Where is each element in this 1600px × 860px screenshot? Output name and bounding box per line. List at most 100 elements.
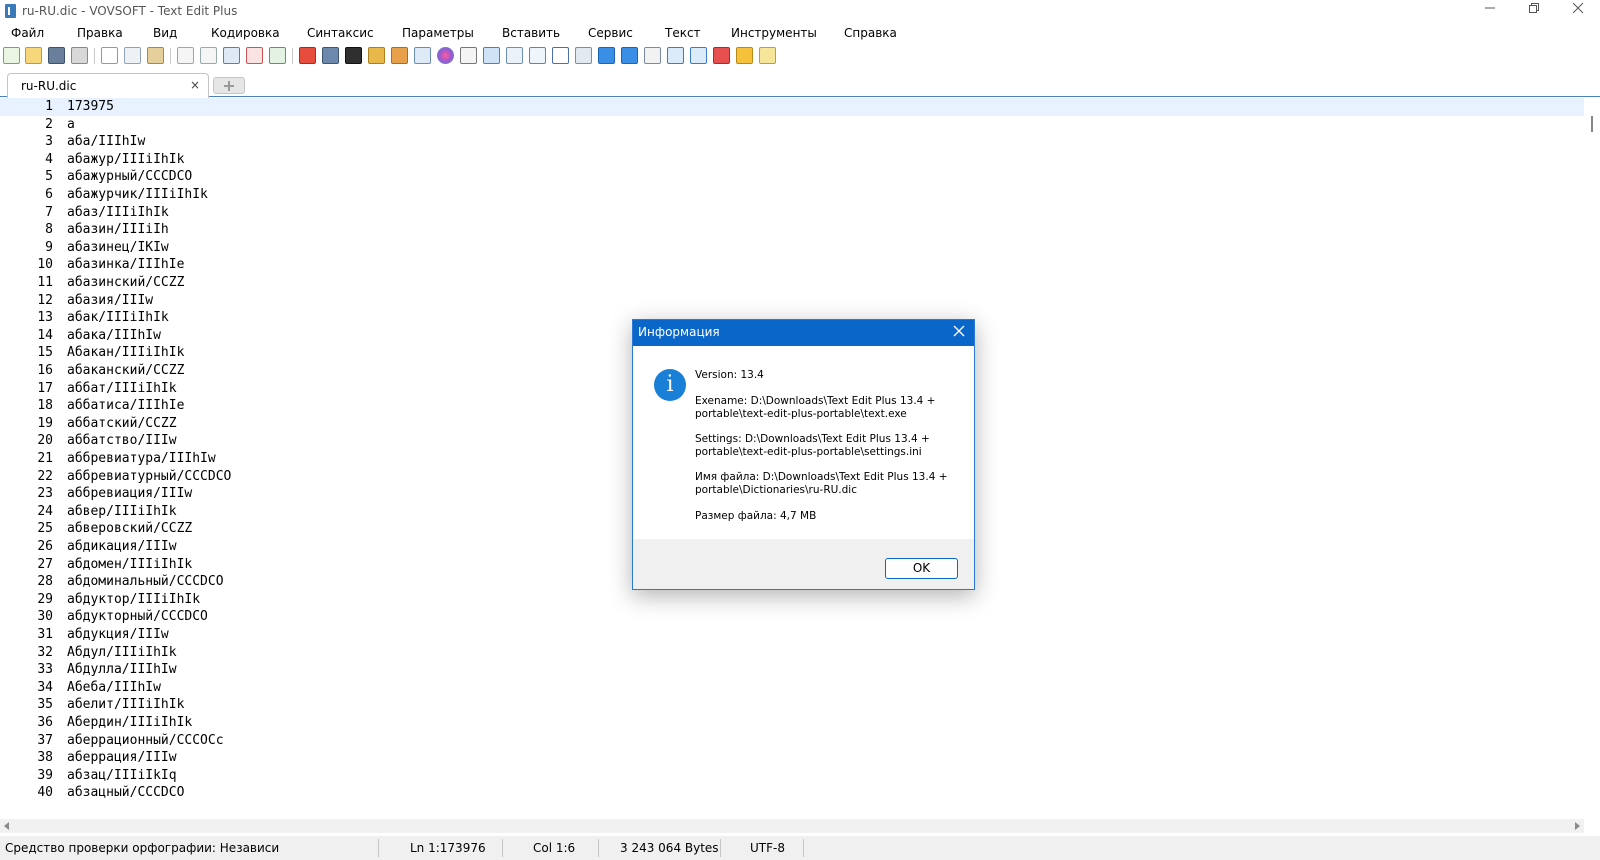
editor-line[interactable]: 2а: [0, 116, 1584, 134]
editor-line[interactable]: 6 абажурчик/IIIiIhIk: [0, 186, 1584, 204]
copy-icon[interactable]: [124, 47, 141, 64]
line-text[interactable]: аббревиация/IIIw: [67, 485, 192, 503]
paste-icon[interactable]: [147, 47, 164, 64]
menu-text[interactable]: Текст: [665, 26, 701, 40]
keyboard-icon[interactable]: [575, 47, 592, 64]
editor-line[interactable]: 34 Абеба/IIIhIw: [0, 679, 1584, 697]
menu-insert[interactable]: Вставить: [502, 26, 560, 40]
color-picker-icon[interactable]: [437, 47, 454, 64]
print-icon[interactable]: [71, 47, 88, 64]
editor-line[interactable]: 32 Абдул/IIIiIhIk: [0, 644, 1584, 662]
menu-options[interactable]: Параметры: [402, 26, 474, 40]
line-text[interactable]: абдукторный/CCCDCO: [67, 608, 208, 626]
editor-line[interactable]: 29 абдуктор/IIIiIhIk: [0, 591, 1584, 609]
vertical-scrollbar[interactable]: [1584, 98, 1600, 817]
line-text[interactable]: абажурчик/IIIiIhIk: [67, 186, 208, 204]
scroll-right-icon[interactable]: [1575, 822, 1580, 830]
pdf-icon[interactable]: [299, 47, 316, 64]
line-text[interactable]: абдикация/IIIw: [67, 538, 177, 556]
close-window-button[interactable]: [1556, 0, 1600, 23]
list-icon[interactable]: [552, 47, 569, 64]
scrollbar-thumb[interactable]: [1591, 116, 1593, 132]
replace-icon[interactable]: [246, 47, 263, 64]
restore-button[interactable]: [1512, 0, 1556, 23]
line-text[interactable]: абдукция/IIIw: [67, 626, 169, 644]
unlock-icon[interactable]: [391, 47, 408, 64]
editor-line[interactable]: 30 абдукторный/CCCDCO: [0, 608, 1584, 626]
line-text[interactable]: аба/IIIhIw: [67, 133, 145, 151]
editor-line[interactable]: 37 аберрационный/CCCOCc: [0, 732, 1584, 750]
line-text[interactable]: абверовский/CCZZ: [67, 520, 192, 538]
line-text[interactable]: аббат/IIIiIhIk: [67, 380, 177, 398]
arrow-right-icon[interactable]: [598, 47, 615, 64]
calendar-icon[interactable]: [713, 47, 730, 64]
window-icon[interactable]: [644, 47, 661, 64]
scroll-left-icon[interactable]: [4, 822, 9, 830]
export-icon[interactable]: [414, 47, 431, 64]
line-text[interactable]: аббревиатурный/CCCDCO: [67, 468, 231, 486]
line-text[interactable]: аберрация/IIIw: [67, 749, 177, 767]
editor-line[interactable]: 8 абазин/IIIiIh: [0, 221, 1584, 239]
goto-icon[interactable]: [269, 47, 286, 64]
menu-syntax[interactable]: Синтаксис: [307, 26, 374, 40]
new-file-icon[interactable]: [3, 47, 20, 64]
editor-line[interactable]: 5 абажурный/CCCDCO: [0, 168, 1584, 186]
line-text[interactable]: абака/IIIhIw: [67, 327, 161, 345]
sort-asc-icon[interactable]: [667, 47, 684, 64]
pen-icon[interactable]: [460, 47, 477, 64]
line-text[interactable]: абдуктор/IIIiIhIk: [67, 591, 200, 609]
editor-line[interactable]: 3 аба/IIIhIw: [0, 133, 1584, 151]
mail-icon[interactable]: [529, 47, 546, 64]
menu-service[interactable]: Сервис: [588, 26, 633, 40]
line-text[interactable]: абак/IIIiIhIk: [67, 309, 169, 327]
save-icon[interactable]: [48, 47, 65, 64]
editor-line[interactable]: 36 Абердин/IIIiIhIk: [0, 714, 1584, 732]
editor-line[interactable]: 1 173975: [0, 98, 1584, 116]
line-text[interactable]: абазин/IIIiIh: [67, 221, 169, 239]
line-text[interactable]: Абакан/IIIiIhIk: [67, 344, 184, 362]
line-text[interactable]: а: [67, 116, 75, 134]
line-text[interactable]: абажур/IIIiIhIk: [67, 151, 184, 169]
menu-view[interactable]: Вид: [153, 26, 177, 40]
editor-line[interactable]: 12 абазия/IIIw: [0, 292, 1584, 310]
line-text[interactable]: аббревиатура/IIIhIw: [67, 450, 216, 468]
editor-line[interactable]: 35 абелит/IIIiIhIk: [0, 696, 1584, 714]
menu-file[interactable]: Файл: [11, 26, 44, 40]
editor-line[interactable]: 7 абаз/IIIiIhIk: [0, 204, 1584, 222]
editor-line[interactable]: 11 абазинский/CCZZ: [0, 274, 1584, 292]
editor-line[interactable]: 33 Абдулла/IIIhIw: [0, 661, 1584, 679]
horizontal-scrollbar[interactable]: [0, 819, 1584, 833]
redo-icon[interactable]: [200, 47, 217, 64]
line-text[interactable]: абажурный/CCCDCO: [67, 168, 192, 186]
line-text[interactable]: абазинский/CCZZ: [67, 274, 184, 292]
line-text[interactable]: абаканский/CCZZ: [67, 362, 184, 380]
line-text[interactable]: абелит/IIIiIhIk: [67, 696, 184, 714]
line-text[interactable]: абазия/IIIw: [67, 292, 153, 310]
line-text[interactable]: Абеба/IIIhIw: [67, 679, 161, 697]
editor-line[interactable]: 38 аберрация/IIIw: [0, 749, 1584, 767]
dialog-close-button[interactable]: [950, 323, 968, 341]
line-text[interactable]: абзац/IIIiIkIq: [67, 767, 177, 785]
line-text[interactable]: абвер/IIIiIhIk: [67, 503, 177, 521]
line-text[interactable]: Абдул/IIIiIhIk: [67, 644, 177, 662]
arrow-down-icon[interactable]: [621, 47, 638, 64]
line-text[interactable]: абдомен/IIIiIhIk: [67, 556, 192, 574]
editor-line[interactable]: 31 абдукция/IIIw: [0, 626, 1584, 644]
warning-icon[interactable]: [736, 47, 753, 64]
filter-icon[interactable]: [483, 47, 500, 64]
editor-line[interactable]: 10 абазинка/IIIhIe: [0, 256, 1584, 274]
line-text[interactable]: аббатиса/IIIhIe: [67, 397, 184, 415]
sort-desc-icon[interactable]: [690, 47, 707, 64]
line-text[interactable]: абаз/IIIiIhIk: [67, 204, 169, 222]
editor-line[interactable]: 4 абажур/IIIiIhIk: [0, 151, 1584, 169]
line-text[interactable]: абазинка/IIIhIe: [67, 256, 184, 274]
table-icon[interactable]: [506, 47, 523, 64]
menu-encoding[interactable]: Кодировка: [211, 26, 280, 40]
line-text[interactable]: Абердин/IIIiIhIk: [67, 714, 192, 732]
tab-close-icon[interactable]: ×: [190, 78, 200, 92]
monitor-icon[interactable]: [322, 47, 339, 64]
line-text[interactable]: абдоминальный/CCCDCO: [67, 573, 224, 591]
minimize-button[interactable]: [1468, 0, 1512, 23]
menu-help[interactable]: Справка: [844, 26, 897, 40]
menu-edit[interactable]: Правка: [77, 26, 123, 40]
